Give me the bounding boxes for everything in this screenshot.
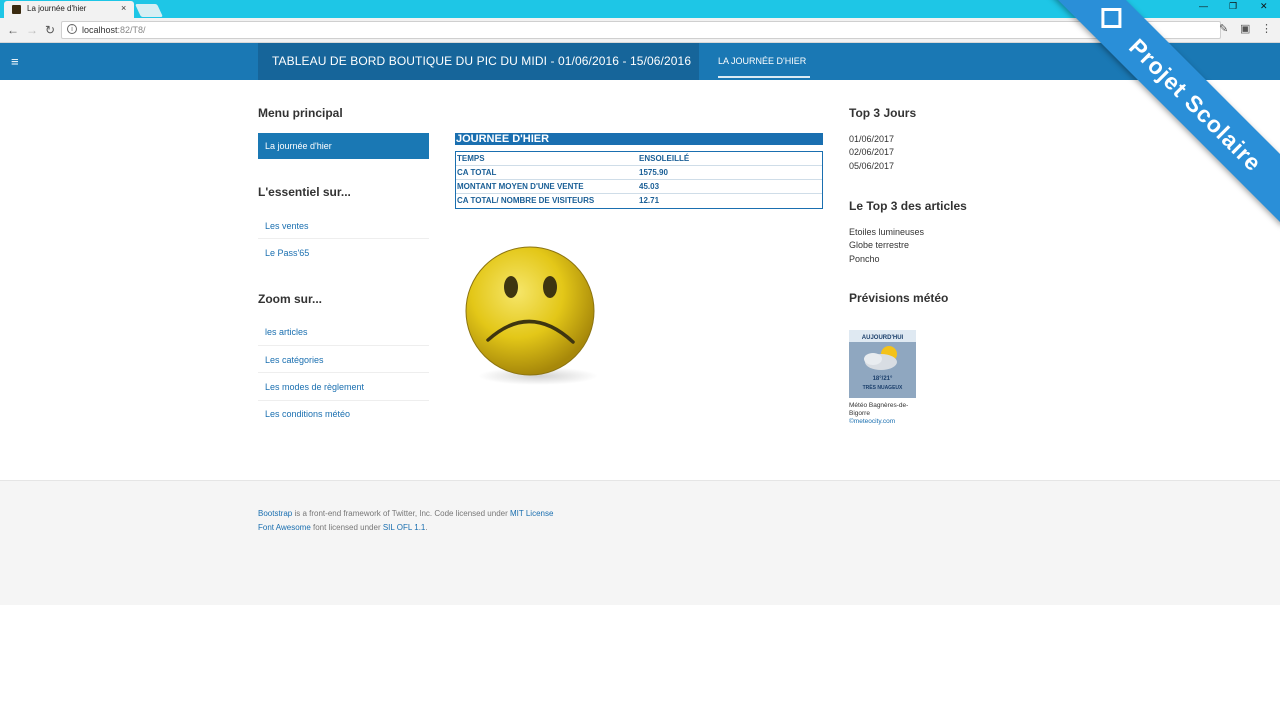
ribbon-band: Projet Scolaire [1042, 0, 1280, 226]
menu-link-conditions-meteo[interactable]: Les conditions météo [265, 409, 350, 419]
navbar-brand[interactable]: TABLEAU DE BORD BOUTIQUE DU PIC DU MIDI … [258, 43, 699, 80]
browser-tab[interactable]: La journée d'hier × [4, 1, 134, 18]
menu-divider [258, 372, 429, 373]
row-label: CA TOTAL [457, 168, 497, 177]
forward-icon[interactable]: → [26, 23, 38, 37]
top-jours-heading: Top 3 Jours [849, 106, 917, 120]
mit-license-link[interactable]: MIT License [510, 509, 553, 518]
meteo-caption: Bigorre [849, 410, 870, 417]
zoom-heading: Zoom sur... [258, 292, 323, 306]
footer-text: . [425, 523, 428, 532]
journee-title: JOURNEE D'HIER [456, 133, 550, 145]
graduation-cap-icon [1101, 7, 1122, 28]
menu-link-categories[interactable]: Les catégories [265, 355, 324, 365]
top-day-item: 05/06/2017 [849, 161, 895, 171]
row-value: 12.71 [639, 196, 660, 205]
menu-item-label: La journée d'hier [265, 141, 332, 151]
info-icon[interactable]: i [67, 24, 77, 34]
font-awesome-link[interactable]: Font Awesome [258, 523, 311, 532]
url-text: localhost:82/T8/ [82, 25, 146, 35]
menu-item-journee-hier[interactable]: La journée d'hier [258, 133, 429, 159]
nav-link-journee-hier[interactable]: LA JOURNÉE D'HIER [718, 56, 806, 66]
menu-link-ventes[interactable]: Les ventes [265, 221, 309, 231]
menu-link-articles[interactable]: les articles [265, 327, 308, 337]
nav-active-underline [718, 76, 810, 78]
meteo-heading: Prévisions météo [849, 291, 949, 305]
menu-divider [258, 345, 429, 346]
weather-desc: TRÈS NUAGEUX [863, 383, 903, 391]
ribbon-label: Projet Scolaire [1124, 33, 1268, 177]
brand-title: TABLEAU DE BORD BOUTIQUE DU PIC DU MIDI … [272, 54, 692, 68]
table-row: TEMPS ENSOLEILLÉ [456, 152, 822, 166]
top-day-item: 02/06/2017 [849, 147, 895, 157]
sad-smiley-icon [465, 246, 598, 385]
weather-day: AUJOURD'HUI [862, 335, 904, 341]
menu-link-pass65[interactable]: Le Pass'65 [265, 248, 309, 258]
meteo-caption: Météo Bagnères-de- [849, 402, 909, 409]
row-label: TEMPS [457, 154, 485, 163]
footer-line: Font Awesome font licensed under SIL OFL… [258, 523, 428, 532]
table-row: CA TOTAL/ NOMBRE DE VISITEURS 12.71 [456, 194, 822, 208]
menu-divider [258, 400, 429, 401]
corner-ribbon: Projet Scolaire [1040, 0, 1280, 240]
back-icon[interactable]: ← [7, 23, 19, 37]
footer-text: font licensed under [310, 523, 383, 532]
top-article-item: Poncho [849, 254, 880, 264]
top-articles-heading: Le Top 3 des articles [849, 199, 967, 213]
row-value: 45.03 [639, 182, 660, 191]
row-label: CA TOTAL/ NOMBRE DE VISITEURS [457, 196, 595, 205]
essentiel-heading: L'essentiel sur... [258, 185, 351, 199]
row-label: MONTANT MOYEN D'UNE VENTE [457, 182, 584, 191]
page-footer: Bootstrap is a front-end framework of Tw… [0, 480, 1280, 605]
weather-temp: 18°/21° [873, 376, 893, 382]
top-article-item: Globe terrestre [849, 240, 910, 250]
bootstrap-link[interactable]: Bootstrap [258, 509, 292, 518]
row-value: 1575.90 [639, 168, 668, 177]
favicon-icon [12, 5, 21, 14]
hamburger-menu-icon[interactable]: ≡ [11, 54, 19, 69]
tab-title: La journée d'hier [27, 4, 87, 13]
menu-link-modes-reglement[interactable]: Les modes de règlement [265, 382, 364, 392]
tab-close-icon[interactable]: × [121, 3, 126, 13]
journee-title-bar: JOURNEE D'HIER [455, 133, 823, 145]
meteocity-link[interactable]: ©meteocity.com [849, 418, 895, 425]
reload-icon[interactable]: ↻ [45, 23, 55, 37]
table-row: MONTANT MOYEN D'UNE VENTE 45.03 [456, 180, 822, 194]
table-row: CA TOTAL 1575.90 [456, 166, 822, 180]
journee-table: TEMPS ENSOLEILLÉ CA TOTAL 1575.90 MONTAN… [455, 151, 823, 209]
footer-text: is a front-end framework of Twitter, Inc… [292, 509, 510, 518]
row-value: ENSOLEILLÉ [639, 154, 690, 163]
menu-principal-heading: Menu principal [258, 106, 343, 120]
weather-widget[interactable]: AUJOURD'HUI 18°/21° TRÈS NUAGEUX [849, 330, 916, 398]
sil-ofl-link[interactable]: SIL OFL 1.1 [383, 523, 426, 532]
top-article-item: Etoiles lumineuses [849, 227, 925, 237]
footer-line: Bootstrap is a front-end framework of Tw… [258, 509, 553, 518]
top-day-item: 01/06/2017 [849, 134, 895, 144]
menu-divider [258, 238, 429, 239]
new-tab-button[interactable] [134, 4, 164, 17]
